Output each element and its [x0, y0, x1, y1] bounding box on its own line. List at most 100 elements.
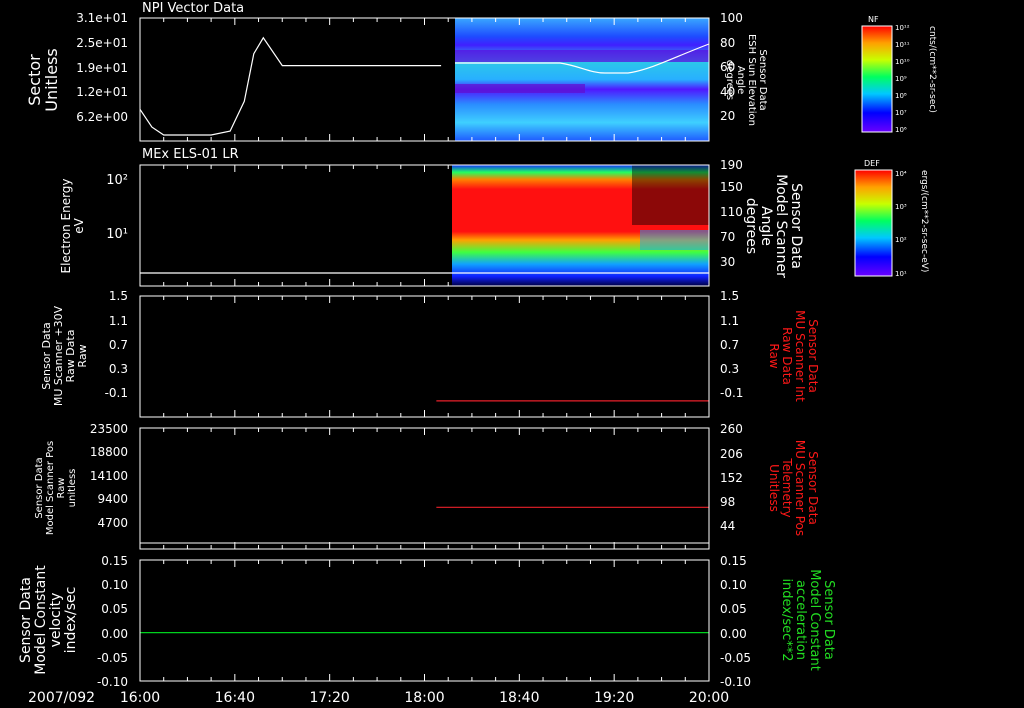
npi-colorbar-tick: 10⁶ — [895, 126, 907, 134]
svg-text:Sensor Data: Sensor Data — [806, 319, 820, 393]
svg-text:index/sec**2: index/sec**2 — [779, 578, 794, 661]
svg-text:Unitless: Unitless — [767, 464, 781, 512]
els-right-tick: 110 — [720, 205, 743, 219]
npi-colorbar-tick: 10⁷ — [895, 109, 907, 117]
svg-text:Angle: Angle — [735, 66, 746, 94]
time-tick-label: 18:00 — [404, 690, 444, 706]
mu-int-left-tick: 1.5 — [109, 289, 128, 303]
svg-text:index/sec: index/sec — [63, 587, 79, 654]
svg-text:Model Constant: Model Constant — [807, 569, 822, 671]
els-right-tick: 150 — [720, 180, 743, 194]
npi-right-tick: 100 — [720, 11, 743, 25]
scanner-pos-frame — [139, 427, 710, 550]
constant-left-tick: 0.05 — [101, 602, 128, 616]
npi-left-tick: 1.9e+01 — [76, 61, 128, 75]
mu-int-left-tick: 1.1 — [109, 314, 128, 328]
els-right-tick: 30 — [720, 255, 735, 269]
svg-text:Sensor Data: Sensor Data — [788, 183, 804, 269]
els-colorbar-tick: 10⁴ — [895, 170, 907, 178]
scanner-pos-left-tick: 23500 — [90, 422, 128, 436]
npi-left-tick: 1.2e+01 — [76, 85, 128, 99]
els-ylabel-left: Electron Energy eV — [59, 178, 86, 273]
mu-int-right-tick: 0.7 — [720, 338, 739, 352]
els-colorbar — [854, 169, 893, 277]
svg-text:Unitless: Unitless — [42, 48, 61, 112]
scanner-pos-ylabel-right: Sensor Data MU Scanner Pos Telemetry Uni… — [767, 440, 820, 536]
scanner-pos-right-tick: 206 — [720, 447, 743, 461]
constant-left-tick: -0.10 — [97, 675, 128, 689]
scanner-pos-right-tick: 44 — [720, 519, 735, 533]
scanner-pos-right-tick: 98 — [720, 495, 735, 509]
npi-left-tick: 3.1e+01 — [76, 11, 128, 25]
svg-text:Sensor Data: Sensor Data — [18, 577, 34, 663]
svg-text:Telemetry: Telemetry — [780, 457, 794, 517]
els-colorbar-label: DEF — [864, 159, 880, 168]
npi-title: NPI Vector Data — [142, 1, 244, 16]
mu-int-left-tick: 0.7 — [109, 338, 128, 352]
svg-text:Raw: Raw — [76, 344, 89, 367]
npi-colorbar — [861, 25, 893, 133]
constant-left-tick: -0.05 — [97, 651, 128, 665]
svg-text:Raw: Raw — [767, 343, 781, 368]
npi-right-tick: 20 — [720, 109, 735, 123]
time-tick-label: 20:00 — [689, 690, 729, 706]
svg-text:unitless: unitless — [67, 469, 78, 508]
svg-text:Sensor Data: Sensor Data — [757, 49, 768, 110]
time-tick-label: 19:20 — [594, 690, 634, 706]
els-ylabel-right: Sensor Data Model Scanner Angle degrees — [743, 174, 804, 278]
els-right-tick: 190 — [720, 158, 743, 172]
scanner-pos-ylabel-left: Sensor Data Model Scanner Pos Raw unitle… — [34, 441, 78, 535]
mu-int-left-tick: -0.1 — [105, 386, 128, 400]
svg-text:Electron Energy: Electron Energy — [59, 178, 73, 273]
scanner-pos-left-tick: 9400 — [97, 492, 128, 506]
els-left-tick: 10¹ — [106, 227, 128, 242]
constant-left-tick: 0.15 — [101, 554, 128, 568]
svg-text:Model Scanner: Model Scanner — [773, 174, 789, 278]
els-colorbar-tick: 10³ — [895, 203, 907, 211]
constant-right-tick: -0.10 — [720, 675, 751, 689]
constant-ylabel-right: Sensor Data Model Constant acceleration … — [779, 569, 836, 671]
constant-right-tick: -0.05 — [720, 651, 751, 665]
mu-int-left-tick: 0.3 — [109, 362, 128, 376]
els-left-tick: 10² — [106, 173, 128, 188]
mu-int-right-tick: 0.3 — [720, 362, 739, 376]
els-spectrogram-edge — [632, 165, 709, 225]
svg-text:Raw Data: Raw Data — [780, 327, 794, 385]
date-label: 2007/092 — [28, 690, 95, 706]
svg-text:Sensor Data: Sensor Data — [34, 457, 45, 518]
npi-colorbar-label: NF — [868, 15, 879, 24]
scanner-pos-right-tick: 152 — [720, 471, 743, 485]
time-tick-label: 18:40 — [499, 690, 539, 706]
npi-spectrogram — [455, 18, 709, 141]
svg-text:ESH Sun Elevation: ESH Sun Elevation — [746, 34, 757, 126]
svg-text:Sensor Data: Sensor Data — [806, 451, 820, 525]
constant-right-tick: 0.10 — [720, 578, 747, 592]
npi-colorbar-tick: 10¹¹ — [895, 41, 910, 49]
svg-text:Sensor Data: Sensor Data — [821, 580, 836, 660]
constant-right-tick: 0.00 — [720, 627, 747, 641]
npi-spectrogram-band — [455, 84, 585, 93]
constant-right-tick: 0.05 — [720, 602, 747, 616]
constant-right-tick: 0.15 — [720, 554, 747, 568]
svg-text:acceleration: acceleration — [793, 580, 808, 660]
svg-text:degrees: degrees — [724, 60, 735, 100]
svg-text:Model Constant: Model Constant — [33, 565, 49, 675]
constant-left-tick: 0.10 — [101, 578, 128, 592]
constant-left-tick: 0.00 — [101, 627, 128, 641]
npi-left-tick: 6.2e+00 — [76, 110, 128, 124]
npi-spectrogram-band — [455, 50, 709, 62]
plot-canvas: NPI Vector Data 3.1e+01 2.5e+01 1.9e+01 … — [18, 1, 937, 706]
npi-left-tick: 2.5e+01 — [76, 36, 128, 50]
npi-colorbar-tick: 10⁸ — [895, 92, 907, 100]
constant-ylabel-left: Sensor Data Model Constant velocity inde… — [18, 565, 79, 675]
npi-colorbar-tick: 10¹⁰ — [895, 58, 910, 66]
scanner-pos-left-tick: 18800 — [90, 445, 128, 459]
scanner-pos-left-tick: 14100 — [90, 469, 128, 483]
svg-text:velocity: velocity — [48, 593, 64, 648]
svg-text:Raw: Raw — [56, 477, 67, 498]
npi-line — [139, 36, 442, 136]
svg-text:MU Scanner Pos: MU Scanner Pos — [793, 440, 807, 536]
mu-int-ylabel-left: Sensor Data MU Scanner +30V Raw Data Raw — [40, 305, 89, 406]
svg-text:MU Scanner Int: MU Scanner Int — [793, 310, 807, 402]
npi-right-tick: 80 — [720, 36, 735, 50]
